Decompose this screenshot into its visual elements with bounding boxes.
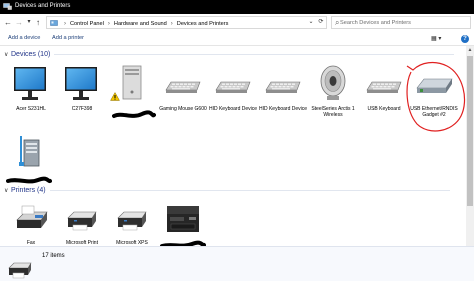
breadcrumb-devices-and-printers[interactable]: Devices and Printers <box>177 21 229 27</box>
section-divider <box>54 53 455 55</box>
monitor-icon <box>14 67 46 100</box>
network-server-icon <box>19 136 40 167</box>
multifunction-printer-icon <box>167 206 199 232</box>
device-label: Gaming Mouse G600 <box>159 106 207 112</box>
scroll-up-arrow-icon[interactable]: ▲ <box>466 46 474 54</box>
keyboard-icon <box>215 81 251 93</box>
warning-icon <box>110 92 120 101</box>
device-label: C27F398 <box>71 106 93 112</box>
devices-section-header[interactable]: ∨ Devices (10) <box>4 49 455 59</box>
address-row: ← → ▾ ↑ › Control Panel › Hardware and S… <box>0 14 474 32</box>
refresh-button[interactable]: ⟳ <box>316 17 326 28</box>
breadcrumb-hardware-and-sound[interactable]: Hardware and Sound <box>114 21 167 27</box>
keyboard-icon <box>265 81 301 93</box>
search-icon: ⌕ <box>335 18 340 27</box>
details-pane: 17 items <box>0 246 474 281</box>
up-button[interactable]: ↑ <box>33 17 43 28</box>
monitor-icon <box>65 67 97 100</box>
forward-button[interactable]: → <box>14 17 24 28</box>
address-actions: ⌄ ⟳ <box>306 17 326 28</box>
device-label: USB Keyboard <box>367 106 401 112</box>
window-title: Devices and Printers <box>15 3 71 9</box>
printers-section-label: Printers (4) <box>11 186 46 194</box>
collapse-chevron-icon: ∨ <box>4 187 9 194</box>
device-label: HID Keyboard Device <box>258 106 308 112</box>
breadcrumb-control-panel[interactable]: Control Panel <box>70 21 104 27</box>
address-dropdown-button[interactable]: ⌄ <box>306 17 316 28</box>
device-label: Acer S231HL <box>16 106 46 112</box>
add-printer-button[interactable]: Add a printer <box>52 35 84 41</box>
printer-icon <box>67 211 97 231</box>
devices-printers-app-icon <box>3 3 12 10</box>
breadcrumb-separator: › <box>64 20 66 27</box>
address-bar[interactable]: › Control Panel › Hardware and Sound › D… <box>46 16 327 29</box>
keyboard-icon <box>165 81 201 93</box>
printer-icon <box>117 211 147 231</box>
devices-section-label: Devices (10) <box>11 50 51 58</box>
view-options-button[interactable]: ▦ ▾ <box>431 35 441 42</box>
devices-and-printers-window: Devices and Printers ← → ▾ ↑ › Control P… <box>0 0 474 281</box>
red-annotation-circle <box>406 61 466 132</box>
printers-section-header[interactable]: ∨ Printers (4) <box>4 185 450 195</box>
collapse-chevron-icon: ∨ <box>4 51 9 58</box>
printer-icon <box>8 262 32 279</box>
breadcrumb-separator: › <box>107 20 110 27</box>
help-button[interactable]: ? <box>461 35 469 43</box>
add-device-button[interactable]: Add a device <box>8 35 40 41</box>
search-placeholder: Search Devices and Printers <box>340 20 411 26</box>
redacted-name-scribble <box>112 110 156 118</box>
device-label: HID Keyboard Device <box>208 106 258 112</box>
device-list: ∨ Devices (10) Acer S231HL C27F398 Gamin… <box>0 46 466 246</box>
scroll-thumb[interactable] <box>467 56 473 206</box>
vertical-scrollbar[interactable]: ▲ <box>466 46 474 246</box>
control-panel-icon <box>50 20 58 26</box>
command-bar: Add a device Add a printer ▦ ▾ ? <box>0 32 474 46</box>
speaker-icon <box>320 65 346 100</box>
back-button[interactable]: ← <box>3 17 13 28</box>
search-box[interactable]: ⌕ Search Devices and Printers <box>331 16 471 29</box>
breadcrumb-separator: › <box>170 20 173 27</box>
breadcrumb: › Control Panel › Hardware and Sound › D… <box>50 18 228 29</box>
title-bar: Devices and Printers <box>0 0 474 14</box>
section-divider <box>49 189 450 191</box>
fax-icon <box>16 205 48 228</box>
keyboard-icon <box>366 81 402 93</box>
item-count: 17 items <box>42 253 65 259</box>
device-label: SteelSeries Arctis 1 Wireless <box>311 106 355 118</box>
